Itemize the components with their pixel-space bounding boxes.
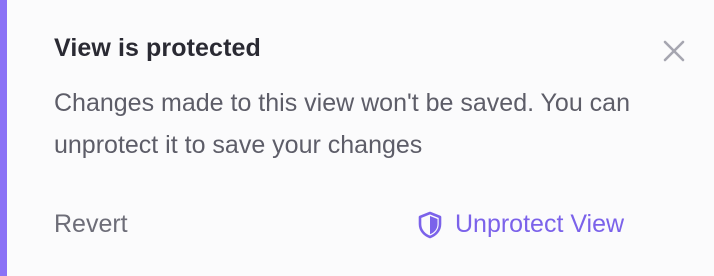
- notification-message: Changes made to this view won't be saved…: [54, 89, 630, 159]
- close-icon[interactable]: [661, 38, 687, 64]
- unprotect-view-button[interactable]: Unprotect View: [417, 210, 624, 239]
- protected-view-notification: View is protected Changes made to this v…: [0, 0, 714, 276]
- shield-icon: [417, 211, 443, 239]
- unprotect-view-label: Unprotect View: [455, 210, 625, 238]
- revert-button[interactable]: Revert: [54, 210, 128, 239]
- notification-title: View is protected: [54, 34, 261, 62]
